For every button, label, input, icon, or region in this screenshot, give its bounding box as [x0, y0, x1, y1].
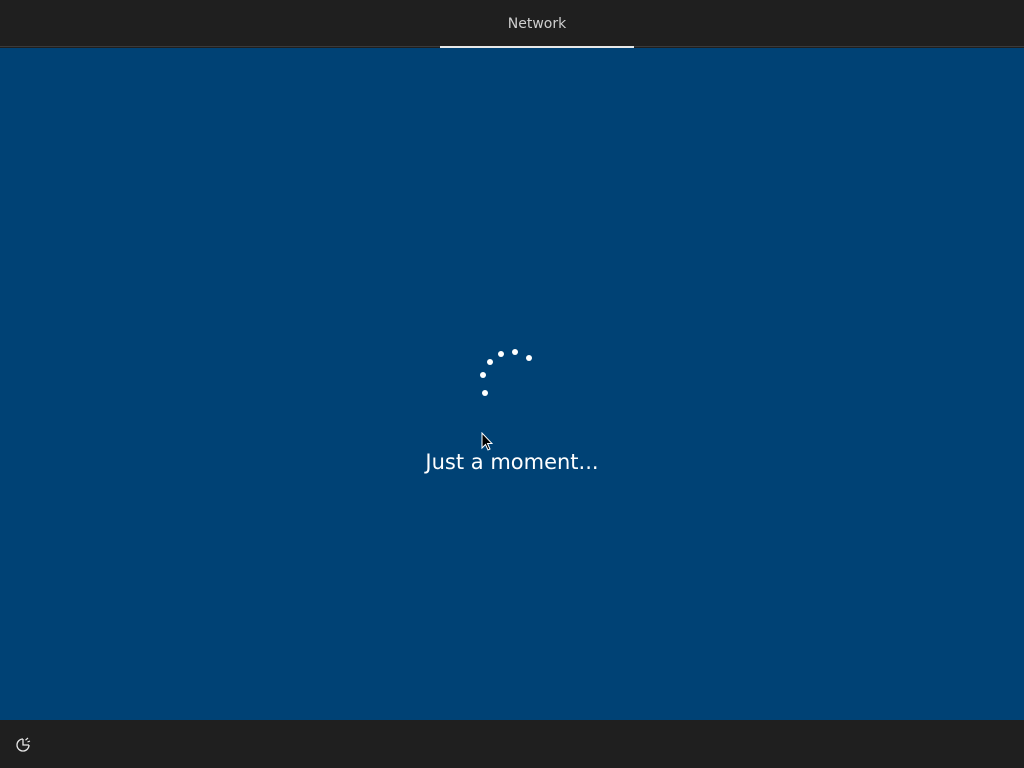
spinner-dot	[498, 351, 504, 357]
spinner-dot	[482, 390, 488, 396]
spinner-dot	[480, 372, 486, 378]
spinner-dot	[487, 359, 493, 365]
setup-content-area: Just a moment...	[0, 48, 1024, 720]
bottom-bar	[0, 720, 1024, 768]
spinner-dot	[512, 349, 518, 355]
status-message: Just a moment...	[425, 450, 599, 474]
tab-network-label: Network	[507, 16, 567, 32]
top-bar: Network	[0, 0, 1024, 48]
ease-of-access-icon	[16, 737, 31, 752]
loading-spinner	[470, 338, 550, 408]
tab-network[interactable]: Network	[440, 0, 634, 48]
spinner-dot	[526, 355, 532, 361]
mouse-pointer-icon	[481, 432, 493, 451]
ease-of-access-button[interactable]	[12, 734, 34, 756]
